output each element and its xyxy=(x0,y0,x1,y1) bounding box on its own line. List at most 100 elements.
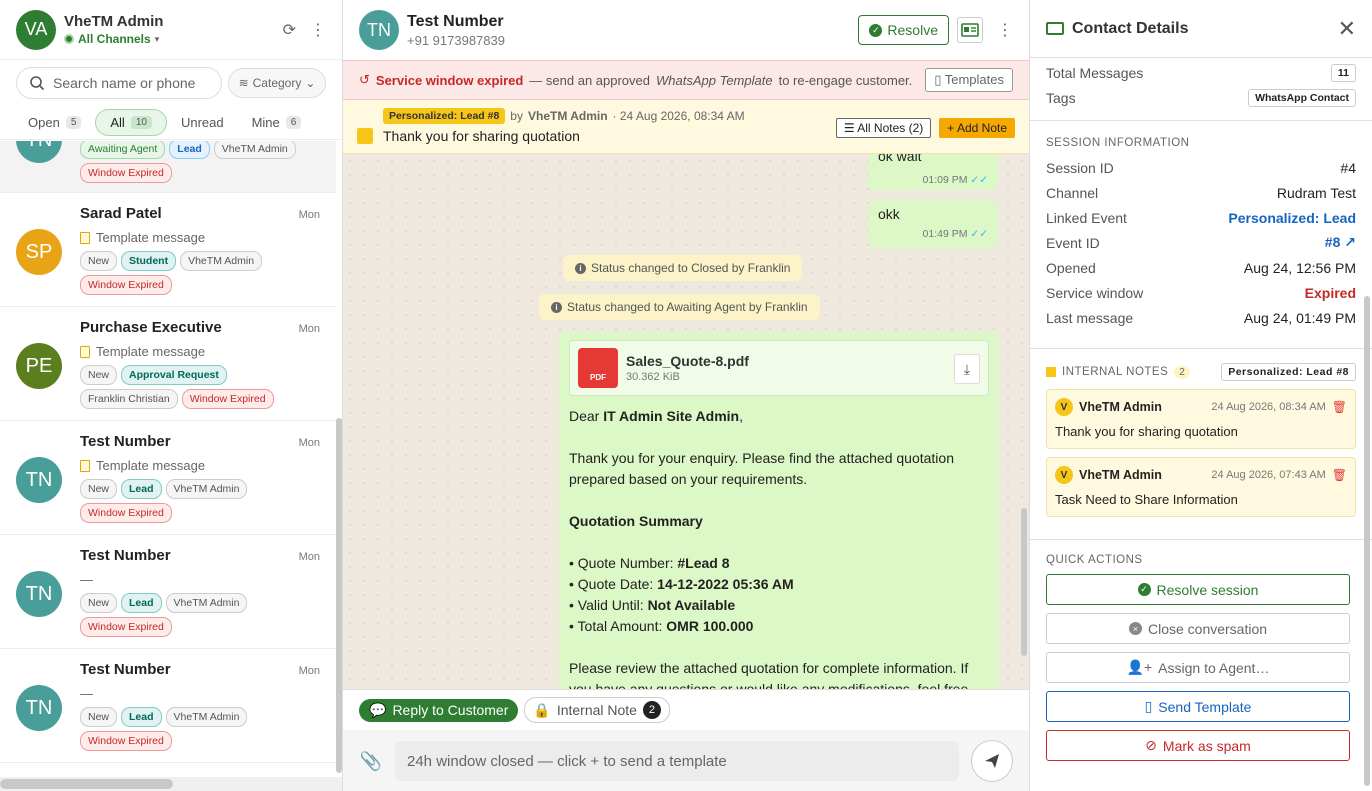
text-label: #Lead 8 xyxy=(677,555,730,571)
avatar: PE xyxy=(16,343,62,389)
status-badge: New xyxy=(80,707,118,727)
contact-name: Test Number xyxy=(80,547,171,564)
text-label: WhatsApp Template xyxy=(656,72,773,88)
text-label: 10 xyxy=(130,116,152,129)
resolve-button[interactable]: ✓ Resolve xyxy=(858,15,949,45)
text-label: All Channels xyxy=(78,32,151,46)
template-icon xyxy=(80,345,90,358)
pdf-attachment[interactable]: PDF Sales_Quote-8.pdf 30.362 KiB ⤓ xyxy=(569,340,989,396)
window-badge: Window Expired xyxy=(80,163,172,183)
avatar: SP xyxy=(16,229,62,275)
trash-icon[interactable]: 🗑 xyxy=(1332,400,1347,414)
text-label: 01:49 PM xyxy=(922,228,968,240)
list-scrollbar[interactable] xyxy=(336,418,342,773)
contact-card-button[interactable] xyxy=(957,17,983,43)
text-label: Thank you for your enquiry. Please find … xyxy=(569,450,954,487)
attach-icon[interactable]: 📎 xyxy=(359,751,383,772)
tab-open[interactable]: Open 5 xyxy=(14,110,95,135)
text-label: Mon xyxy=(298,323,320,335)
sticky-note-icon xyxy=(1046,367,1056,377)
window-badge: Window Expired xyxy=(80,503,172,523)
all-notes-button[interactable]: ☰ All Notes (2) xyxy=(835,118,932,138)
panel-title: Contact Details xyxy=(1072,19,1189,37)
id-card-icon xyxy=(961,23,979,37)
close-icon[interactable]: ✕ xyxy=(1338,16,1356,42)
more-vertical-icon[interactable]: ⋮ xyxy=(997,20,1013,40)
composer: 💬 Reply to Customer 🔒 Internal Note 2 📎 24h… xyxy=(343,689,1029,791)
category-dropdown[interactable]: ≋ Category ⌄ xyxy=(228,68,326,98)
pinned-note: Personalized: Lead #8 by VheTM Admin · 24 A… xyxy=(343,100,1029,154)
tab-unread[interactable]: Unread xyxy=(167,110,238,135)
close-conversation-button[interactable]: × Close conversation xyxy=(1046,613,1350,644)
document-icon: ▯ xyxy=(934,72,945,87)
search-input[interactable]: Search name or phone xyxy=(16,67,222,99)
details-scrollbar[interactable] xyxy=(1364,296,1370,786)
avatar: TN xyxy=(16,457,62,503)
agent-badge: VheTM Admin xyxy=(213,141,296,159)
tab-all[interactable]: All 10 xyxy=(95,109,167,136)
text-label: Thank you for sharing quotation xyxy=(1055,424,1238,439)
internal-note-tab[interactable]: 🔒 Internal Note 2 xyxy=(524,697,670,723)
more-vertical-icon[interactable]: ⋮ xyxy=(310,20,326,40)
text-label: Status changed to Closed by Franklin xyxy=(591,261,791,275)
text-label: 2 xyxy=(642,701,661,719)
message-text: Dear IT Admin Site Admin, Thank you for … xyxy=(569,406,989,689)
list-item[interactable]: TN Awaiting Agent Lead VheTM Admin Windo… xyxy=(0,141,336,193)
user-name: VheTM Admin xyxy=(64,13,164,30)
reply-to-customer-tab[interactable]: 💬 Reply to Customer xyxy=(359,698,519,722)
status-badge: New xyxy=(80,251,118,271)
lock-icon: 🔒 xyxy=(533,701,551,718)
list-item[interactable]: TN Test Number Mon — New Lead VheTM Admin… xyxy=(0,649,336,763)
trash-icon[interactable]: 🗑 xyxy=(1332,468,1347,482)
message-input[interactable]: 24h window closed — click + to send a te… xyxy=(395,741,959,781)
text-label: Mon xyxy=(298,551,320,563)
download-button[interactable]: ⤓ xyxy=(954,354,980,384)
text-label: Linked Event xyxy=(1046,209,1127,226)
resolve-session-button[interactable]: ✓ Resolve session xyxy=(1046,574,1350,605)
templates-button[interactable]: ▯ Templates xyxy=(925,68,1013,92)
online-dot-icon xyxy=(64,34,74,44)
template-icon xyxy=(80,459,90,472)
avatar[interactable]: VA xyxy=(16,9,56,50)
chat-header: TN Test Number +91 9173987839 ✓ Resolve ⋮ xyxy=(343,0,1029,60)
list-item[interactable]: SP Sarad Patel Mon Template message New S… xyxy=(0,193,336,307)
send-template-button[interactable]: ▯ Send Template xyxy=(1046,691,1350,722)
assign-agent-button[interactable]: 👤+ Assign to Agent… xyxy=(1046,652,1350,683)
linked-event-link[interactable]: Personalized: Lead xyxy=(1228,210,1356,226)
text-label: Assign to Agent… xyxy=(1158,659,1270,676)
external-link-icon: ↗ xyxy=(1344,234,1356,250)
chevron-down-icon: ▾ xyxy=(154,33,160,44)
text-label: Opened xyxy=(1046,259,1096,276)
text-label: OMR 100.000 xyxy=(666,618,754,634)
note-card: V VheTM Admin 24 Aug 2026, 08:34 AM 🗑 Thank… xyxy=(1046,389,1356,449)
tab-mine[interactable]: Mine 6 xyxy=(238,110,316,135)
event-id-link[interactable]: #8 ↗ xyxy=(1325,234,1356,251)
channel-selector[interactable]: All Channels ▾ xyxy=(64,32,283,46)
chat-scrollbar[interactable] xyxy=(1021,508,1027,656)
mark-spam-button[interactable]: ⊘ Mark as spam xyxy=(1046,730,1350,761)
status-badge: New xyxy=(80,365,118,385)
list-item[interactable]: TN Test Number Mon Template message New L… xyxy=(0,421,336,535)
text-label: Unread xyxy=(180,115,224,130)
list-item[interactable]: PE Purchase Executive Mon Template messag… xyxy=(0,307,336,421)
id-card-icon xyxy=(1046,22,1064,35)
text-label: okk xyxy=(878,206,900,222)
avatar: V xyxy=(1055,398,1073,416)
text-label: — xyxy=(80,686,93,701)
text-label: 24 Aug 2026, 08:34 AM xyxy=(1211,401,1326,413)
horizontal-scrollbar[interactable] xyxy=(0,777,342,791)
list-item[interactable]: TN Test Number Mon — New Lead VheTM Admin… xyxy=(0,535,336,649)
sidebar-header: VA VheTM Admin All Channels ▾ ⟳ ⋮ xyxy=(0,0,342,60)
message-bubble: PDF Sales_Quote-8.pdf 30.362 KiB ⤓ Dear I… xyxy=(559,332,999,689)
send-icon xyxy=(985,754,999,768)
text-label: VheTM Admin xyxy=(1079,468,1162,482)
text-label: Reply to Customer xyxy=(392,702,509,718)
avatar: TN xyxy=(359,10,399,50)
text-label: Last message xyxy=(1046,309,1134,326)
history-icon: ↺ xyxy=(359,72,370,87)
add-note-button[interactable]: + Add Note xyxy=(939,118,1015,138)
refresh-icon[interactable]: ⟳ xyxy=(283,20,296,40)
text-label: · 24 Aug 2026, 08:34 AM xyxy=(612,109,745,123)
send-button[interactable] xyxy=(971,740,1013,782)
text-label: Quotation Summary xyxy=(569,513,703,529)
